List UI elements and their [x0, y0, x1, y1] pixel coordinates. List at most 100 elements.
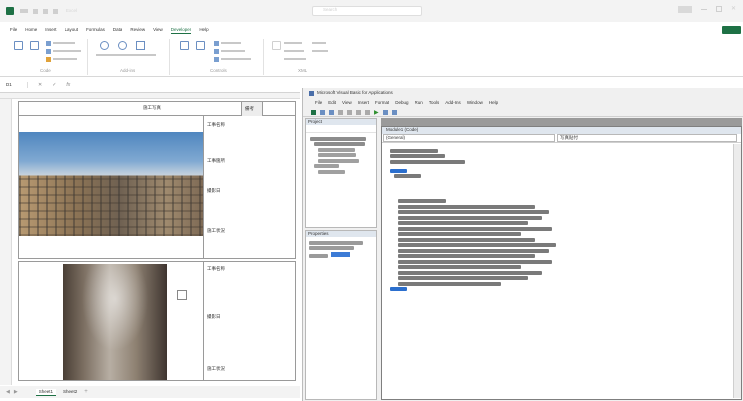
- record-macro-icon[interactable]: [46, 41, 51, 46]
- info-cell: 撮影日: [207, 188, 221, 193]
- enter-icon[interactable]: ✓: [52, 82, 56, 88]
- ribbon-tab-developer[interactable]: Developer: [170, 27, 192, 34]
- cut-icon[interactable]: [338, 109, 343, 115]
- picture-placeholder-icon: [177, 290, 187, 300]
- code-window: Module1 (Code) (General) 写真貼付: [381, 118, 742, 400]
- autosave-icon[interactable]: [20, 8, 28, 13]
- ribbon-group-label: XML: [298, 68, 308, 73]
- vbe-menu-item[interactable]: Run: [415, 100, 423, 106]
- vbe-logo-icon: [309, 90, 314, 96]
- column-headers: [0, 93, 300, 99]
- macros-icon[interactable]: [30, 41, 39, 50]
- vbe-menu-item[interactable]: Format: [375, 100, 389, 106]
- info-cell: 工事名称: [207, 266, 225, 271]
- vbe-menu-item[interactable]: Tools: [429, 100, 440, 106]
- ribbon-tab[interactable]: File: [10, 27, 17, 33]
- find-icon[interactable]: [365, 109, 370, 115]
- ribbon-group-code: Code: [10, 39, 88, 75]
- photo-record-top: 施工写真 備考 工事名称 工事箇所 撮影日 施工状況: [18, 101, 296, 259]
- xml-source-icon[interactable]: [272, 41, 281, 50]
- sheet-tab[interactable]: Sheet2: [60, 389, 80, 395]
- visual-basic-icon[interactable]: [14, 41, 23, 50]
- code-window-inner: Module1 (Code) (General) 写真貼付: [381, 126, 742, 400]
- maximize-icon[interactable]: [716, 6, 722, 12]
- sheet-header-title: 施工写真: [143, 105, 161, 110]
- info-cell: 施工状況: [207, 366, 225, 371]
- object-combo[interactable]: (General): [383, 134, 555, 142]
- property-value-selected[interactable]: [331, 252, 351, 257]
- add-sheet-icon[interactable]: +: [84, 389, 88, 395]
- cancel-icon[interactable]: ✕: [38, 82, 42, 88]
- ribbon-group-label: Controls: [210, 68, 227, 73]
- ribbon-tab[interactable]: View: [153, 27, 163, 33]
- vbe-window-title: Microsoft Visual Basic for Applications: [317, 90, 393, 95]
- function-icon[interactable]: fx: [66, 82, 70, 88]
- ribbon-tab[interactable]: Data: [113, 27, 123, 33]
- relative-ref-icon[interactable]: [46, 49, 51, 54]
- run-icon[interactable]: ▶: [374, 109, 379, 116]
- properties-window: Properties: [305, 230, 377, 400]
- sheet-header-right: 備考: [245, 106, 254, 111]
- info-cell: 工事箇所: [207, 158, 225, 163]
- row-headers: [0, 99, 12, 385]
- macro-security-icon[interactable]: [46, 57, 51, 62]
- search-box[interactable]: Search: [312, 6, 422, 16]
- code-scrollbar[interactable]: [733, 144, 741, 398]
- ribbon-group-label: Code: [40, 68, 51, 73]
- vbe-menu-item[interactable]: Debug: [395, 100, 408, 106]
- name-box[interactable]: D1: [6, 82, 28, 88]
- workbook-title: Excel: [66, 8, 78, 13]
- vbe-menu-item[interactable]: Edit: [328, 100, 336, 106]
- save-icon[interactable]: [329, 109, 334, 115]
- procedure-combo[interactable]: 写真貼付: [557, 134, 737, 142]
- reset-icon[interactable]: [391, 109, 397, 115]
- ribbon-tab[interactable]: Home: [25, 27, 37, 33]
- ribbon-group-xml: XML: [268, 39, 348, 75]
- project-explorer-toolbar: [306, 125, 376, 133]
- break-icon[interactable]: [382, 109, 388, 115]
- code-combos: (General) 写真貼付: [382, 134, 741, 143]
- ribbon-tab[interactable]: Help: [199, 27, 208, 33]
- construction-photo-2: [63, 264, 167, 380]
- design-mode-icon[interactable]: [196, 41, 205, 50]
- prev-sheet-icon[interactable]: ◀: [6, 389, 10, 395]
- com-addins-icon[interactable]: [136, 41, 145, 50]
- next-sheet-icon[interactable]: ▶: [14, 389, 18, 395]
- run-dialog-icon[interactable]: [214, 57, 219, 62]
- insert-module-icon[interactable]: [320, 109, 325, 115]
- project-tree[interactable]: [306, 133, 376, 177]
- close-icon[interactable]: ✕: [731, 6, 737, 12]
- info-cell: 撮影日: [207, 314, 221, 319]
- vbe-menu-item[interactable]: Insert: [358, 100, 369, 106]
- ribbon-tab[interactable]: Layout: [65, 27, 79, 33]
- ribbon-group-addins: Add-ins: [92, 39, 170, 75]
- ribbon-tab[interactable]: Formulas: [86, 27, 105, 33]
- insert-control-icon[interactable]: [180, 41, 189, 50]
- share-button[interactable]: [722, 26, 741, 34]
- save-icon[interactable]: [33, 8, 38, 14]
- minimize-icon[interactable]: [701, 9, 707, 10]
- copy-icon[interactable]: [347, 109, 352, 115]
- ribbon-tab[interactable]: Insert: [45, 27, 56, 33]
- excel-title-bar: Excel Search ✕: [0, 0, 743, 22]
- properties-icon[interactable]: [214, 41, 219, 46]
- code-editor[interactable]: [382, 143, 741, 297]
- vbe-menu-item[interactable]: Add-Ins: [445, 100, 461, 106]
- addins-icon[interactable]: [100, 41, 109, 50]
- paste-icon[interactable]: [356, 109, 361, 115]
- user-avatar[interactable]: [678, 6, 692, 13]
- vbe-menu-item[interactable]: View: [342, 100, 352, 106]
- excel-addins-icon[interactable]: [118, 41, 127, 50]
- ribbon-tab[interactable]: Review: [130, 27, 145, 33]
- vbe-window: Microsoft Visual Basic for Applications …: [302, 88, 743, 401]
- view-excel-icon[interactable]: [311, 109, 316, 115]
- view-code-icon[interactable]: [214, 49, 219, 54]
- undo-icon[interactable]: [43, 8, 48, 14]
- project-explorer: Project: [305, 118, 377, 228]
- vbe-menu-item[interactable]: Help: [489, 100, 498, 106]
- vbe-menu-item[interactable]: Window: [467, 100, 483, 106]
- worksheet[interactable]: 施工写真 備考 工事名称 工事箇所 撮影日 施工状況 工事名称 撮影日 施工状況: [0, 92, 300, 386]
- redo-icon[interactable]: [53, 8, 58, 14]
- vbe-menu-item[interactable]: File: [315, 100, 322, 106]
- sheet-tab[interactable]: Sheet1: [35, 388, 56, 396]
